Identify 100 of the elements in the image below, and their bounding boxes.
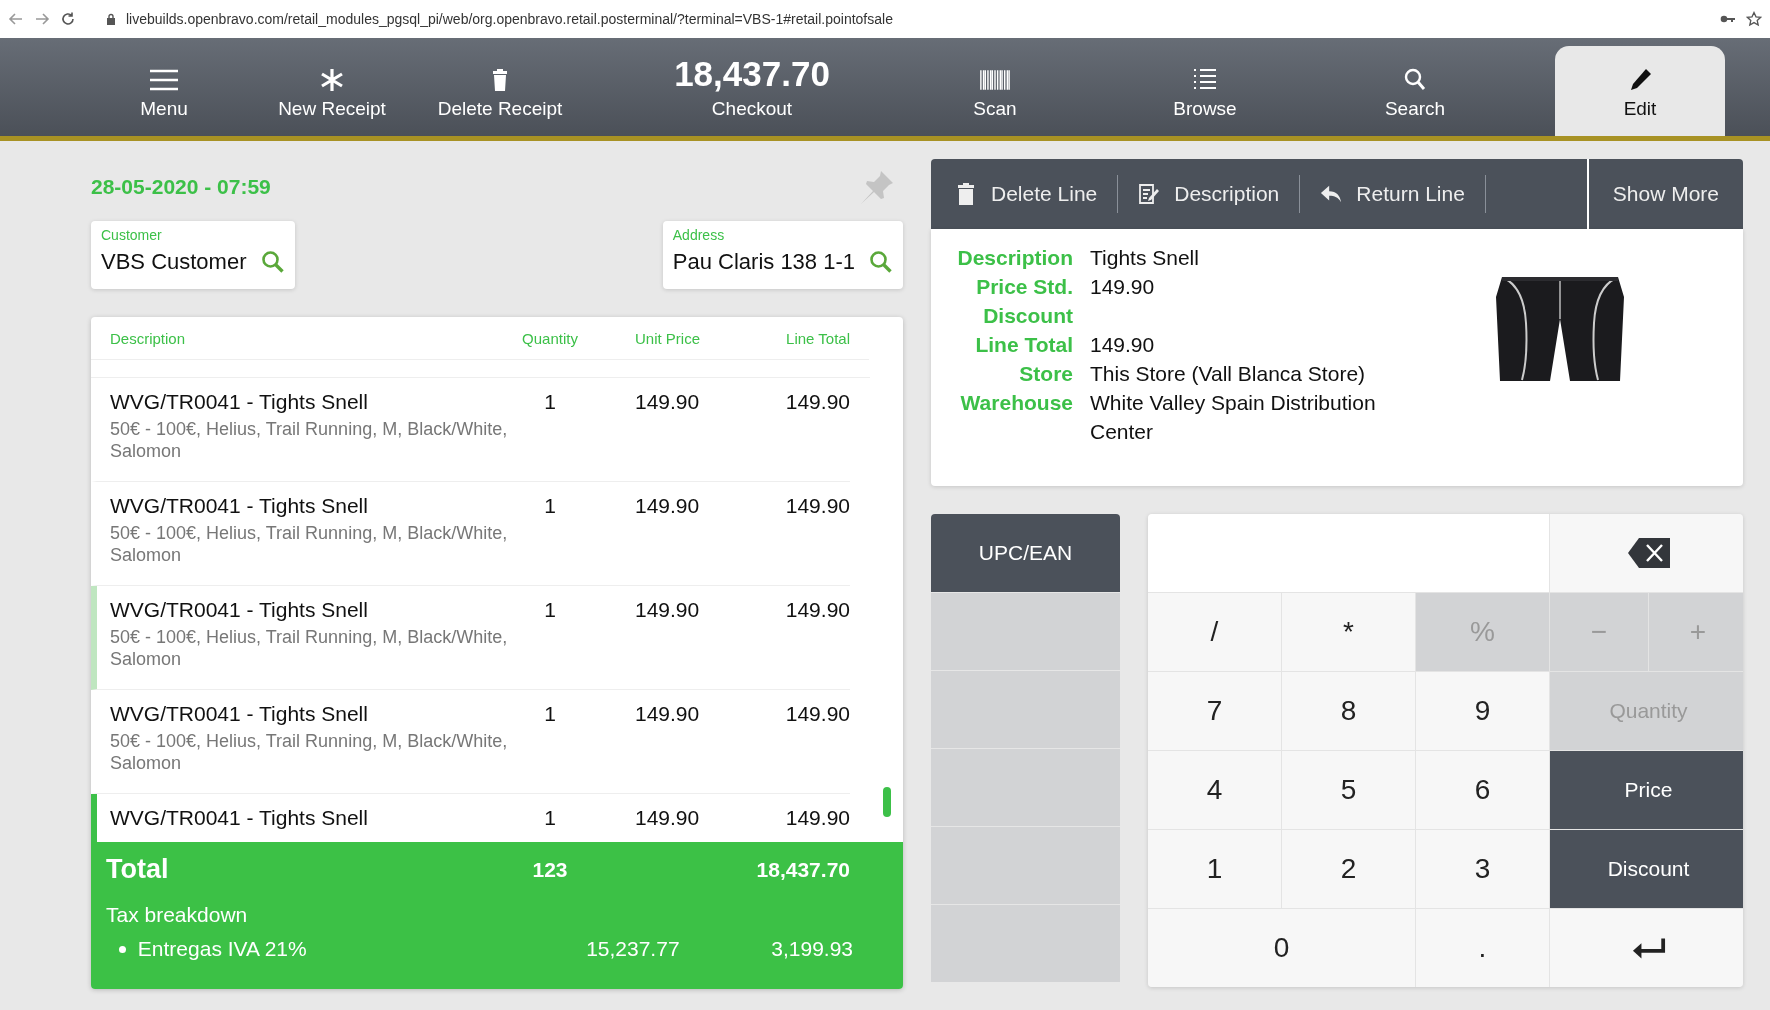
detail-value: White Valley Spain Distribution Center [1090,390,1377,445]
line-action-button[interactable]: Description [1118,175,1301,213]
bullet-icon [119,945,126,953]
detail-value: This Store (Vall Blanca Store) [1090,361,1367,387]
keypad-button[interactable]: * [1282,593,1415,671]
pin-icon[interactable] [859,169,895,205]
line-total-cell-text: 149.90 [784,390,850,414]
unit-price-cell-text: 149.90 [634,702,701,726]
detail-label: Discount [982,303,1073,329]
keypad-button[interactable]: 4 [1148,751,1281,829]
keypad-button[interactable]: 9 [1416,672,1549,750]
search-icon[interactable] [869,250,893,274]
column-header: Quantity [521,329,579,347]
unit-price-cell-text: 149.90 [634,806,701,830]
keypad-button[interactable]: 8 [1282,672,1415,750]
product-name: WVG/TR0041 - Tights Snell [110,598,369,622]
scroll-thumb[interactable] [883,787,891,817]
backspace-button[interactable] [1550,514,1743,592]
toolbar-button[interactable]: Delete Receipt [416,38,584,136]
scan-mode-button[interactable]: UPC/EAN [931,514,1120,592]
toolbar-button[interactable]: Browse [1100,38,1310,136]
toolbar-button[interactable]: Search [1310,38,1520,136]
product-attributes: 50€ - 100€, Helius, Trail Running, M, Black/White, Salomon [110,418,509,462]
toolbar-button[interactable]: Edit [1555,46,1725,136]
receipt-line[interactable]: WVG/TR0041 - Tights Snell 1 149.90 149.90 50€ - 100€, Helius, Trail Running, M, Black/White, Salomon [91,690,850,794]
product-attributes: 50€ - 100€, Helius, Trail Running, M, Black/White, Salomon [110,730,509,774]
field-label: Address [672,227,726,243]
keypad-button[interactable]: 0 [1148,909,1415,987]
back-icon[interactable] [8,11,24,27]
forward-icon[interactable] [34,11,50,27]
keypad-button[interactable]: Discount [1550,830,1743,908]
enter-button[interactable] [1550,909,1743,987]
detail-label: Warehouse [959,390,1073,416]
receipt-line[interactable]: WVG/TR0041 - Tights Snell 1 149.90 149.90 50€ - 100€, Helius, Trail Running, M, Black/White, Salomon [91,586,850,690]
tax-name: Entregas IVA 21% [137,937,308,961]
keypad-button[interactable]: 2 [1282,830,1415,908]
keypad-button[interactable]: / [1148,593,1281,671]
keypad-button[interactable]: 7 [1148,672,1281,750]
reply-arrow-icon [1320,183,1343,205]
unit-price-cell-text: 149.90 [634,494,701,518]
product-name: WVG/TR0041 - Tights Snell [110,702,369,726]
line-action-button[interactable]: Return Line [1300,175,1486,213]
star-icon[interactable] [1746,11,1762,27]
quantity-cell-text: 1 [543,494,557,518]
product-name: WVG/TR0041 - Tights Snell [110,806,369,830]
toolbar-button[interactable]: Menu [80,38,248,136]
keypad-button[interactable]: 6 [1416,751,1549,829]
unit-price-cell-text: 149.90 [634,598,701,622]
keypad-button[interactable]: 1 [1148,830,1281,908]
line-total-cell-text: 149.90 [784,598,850,622]
receipt-line[interactable]: WVG/TR0041 - Tights Snell 1 149.90 149.90 50€ - 100€, Helius, Trail Running, M, Black/White, Salomon [91,482,850,586]
line-total-cell-text: 149.90 [784,494,850,518]
empty-mode-button[interactable] [931,592,1120,670]
total-quantity: 123 [531,857,569,882]
tax-breakdown-title: Tax breakdown [106,903,249,927]
product-attributes: 50€ - 100€, Helius, Trail Running, M, Black/White, Salomon [110,522,509,566]
product-name: WVG/TR0041 - Tights Snell [110,390,369,414]
reload-icon[interactable] [60,11,76,27]
quantity-cell-text: 1 [543,390,557,414]
line-total-cell-text: 149.90 [784,702,850,726]
barcode-icon [980,68,1010,92]
keypad-button[interactable]: 5 [1282,751,1415,829]
address-field[interactable]: Address Pau Claris 138 1-1 [662,221,903,289]
keypad-button[interactable]: 3 [1416,830,1549,908]
product-attributes: 50€ - 100€, Helius, Trail Running, M, Black/White, Salomon [110,626,509,670]
receipt-date: 28-05-2020 - 07:59 [91,175,271,199]
enter-icon [1631,936,1666,960]
receipt-line[interactable]: WVG/TR0041 - Tights Snell 1 149.90 149.90 50€ - 100€, Helius, Trail Running, M, Black/White, Salomon [91,378,850,482]
column-header: Line Total [785,329,850,347]
note-edit-icon [1138,183,1161,205]
trash-icon [955,183,977,205]
detail-label: Line Total [974,332,1073,358]
field-label: Customer [101,227,163,243]
search-icon[interactable] [260,250,285,274]
keypad-button[interactable]: . [1416,909,1549,987]
customer-name: VBS Customer [101,249,247,275]
total-label: Total [106,854,170,885]
column-header: Unit Price [634,329,702,347]
detail-value: Tights Snell [1090,245,1200,271]
line-action-button[interactable]: Delete Line [931,175,1119,213]
customer-field[interactable]: Customer VBS Customer [91,221,295,289]
key-icon[interactable] [1720,14,1736,24]
keypad-button[interactable]: Price [1550,751,1743,829]
detail-value: 149.90 [1090,332,1156,358]
detail-label: Price Std. [975,274,1073,300]
detail-label: Description [956,245,1073,271]
column-header: Description [110,329,187,347]
tax-base: 15,237.77 [585,937,680,961]
product-name: WVG/TR0041 - Tights Snell [110,494,369,518]
address-value: Pau Claris 138 1-1 [672,249,855,275]
tax-amount: 3,199.93 [770,937,853,961]
quantity-cell-text: 1 [543,702,557,726]
quantity-cell-text: 1 [543,598,557,622]
unit-price-cell-text: 149.90 [634,390,701,414]
keypad-display-field[interactable] [1148,514,1549,592]
detail-value: 149.90 [1090,274,1156,300]
lock-icon [106,13,116,25]
toolbar-button[interactable]: New Receipt [248,38,416,136]
checkout-amount: 18,437.70 [674,54,830,94]
menu-icon [149,68,179,92]
